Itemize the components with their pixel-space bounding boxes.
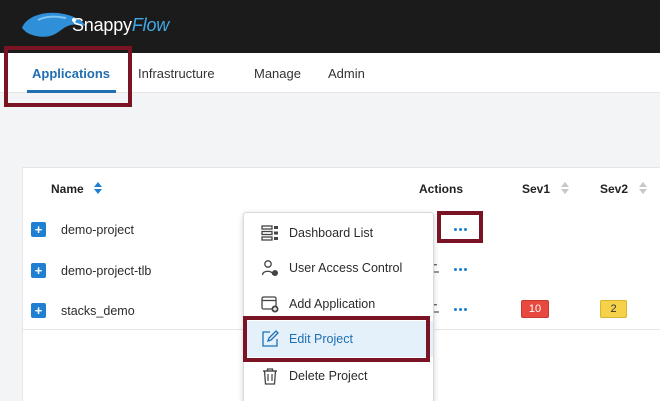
table-header: Name Actions Sev1 Sev2 bbox=[22, 167, 660, 209]
menu-item-label: Add Application bbox=[289, 297, 376, 311]
expand-row-button[interactable]: + bbox=[31, 222, 46, 237]
project-name[interactable]: stacks_demo bbox=[61, 304, 135, 318]
column-header-sev2[interactable]: Sev2 bbox=[600, 182, 628, 196]
user-access-icon bbox=[261, 260, 278, 276]
project-name[interactable]: demo-project-tlb bbox=[61, 264, 151, 278]
menu-item-label: Dashboard List bbox=[289, 226, 374, 240]
menu-item-label: Delete Project bbox=[289, 369, 368, 383]
highlight-edit-project bbox=[243, 316, 430, 362]
expand-row-button[interactable]: + bbox=[31, 303, 46, 318]
sort-icon[interactable] bbox=[94, 182, 102, 194]
more-actions-icon[interactable] bbox=[454, 307, 468, 313]
add-application-icon bbox=[261, 296, 279, 313]
expand-row-button[interactable]: + bbox=[31, 263, 46, 278]
menu-item-dashboard-list[interactable]: Dashboard List bbox=[244, 215, 433, 251]
menu-item-user-access-control[interactable]: User Access Control bbox=[244, 250, 433, 286]
tab-infrastructure[interactable]: Infrastructure bbox=[138, 66, 215, 81]
sev2-count-badge[interactable]: 2 bbox=[600, 300, 627, 318]
sort-icon[interactable] bbox=[639, 182, 647, 194]
tab-manage[interactable]: Manage bbox=[254, 66, 301, 81]
trash-icon bbox=[263, 368, 277, 385]
menu-item-label: User Access Control bbox=[289, 261, 403, 275]
sort-icon[interactable] bbox=[561, 182, 569, 194]
highlight-more-actions bbox=[437, 211, 483, 243]
highlight-applications-tab bbox=[4, 46, 132, 107]
column-header-name[interactable]: Name bbox=[51, 182, 84, 196]
tab-admin[interactable]: Admin bbox=[328, 66, 365, 81]
brand-name: SnappyFlow bbox=[72, 15, 170, 35]
sev1-count-badge[interactable]: 10 bbox=[521, 300, 549, 318]
more-actions-icon[interactable] bbox=[454, 267, 468, 273]
menu-item-delete-project[interactable]: Delete Project bbox=[244, 358, 433, 394]
column-header-sev1[interactable]: Sev1 bbox=[522, 182, 550, 196]
column-header-actions: Actions bbox=[419, 182, 464, 196]
project-name[interactable]: demo-project bbox=[61, 223, 134, 237]
dashboard-list-icon bbox=[261, 225, 278, 241]
